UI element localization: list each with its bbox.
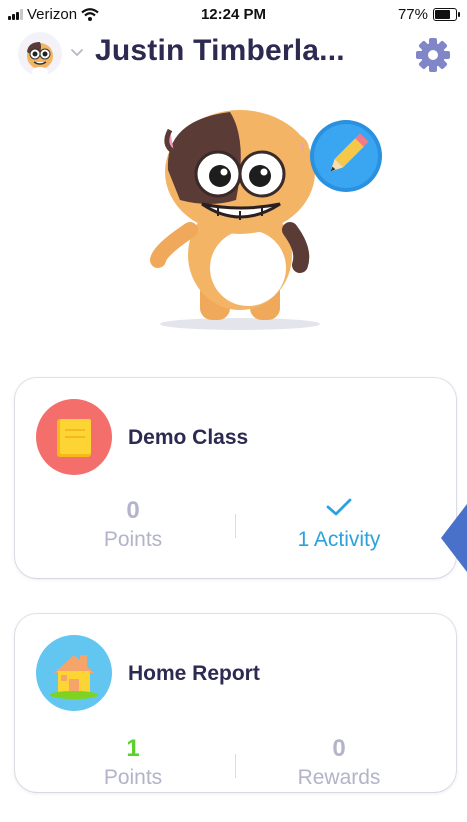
gear-icon[interactable] bbox=[414, 36, 452, 74]
activity-stat[interactable]: 1 Activity bbox=[239, 496, 439, 552]
activity-label: 1 Activity bbox=[297, 528, 381, 551]
points-value: 0 bbox=[126, 497, 140, 524]
battery-icon bbox=[433, 8, 460, 21]
monster-avatar-hero[interactable] bbox=[140, 100, 390, 340]
notebook-icon bbox=[57, 419, 91, 457]
class-name: Home Report bbox=[128, 662, 260, 685]
class-card-home-report[interactable]: Home Report 1 Points 0 Rewards bbox=[15, 614, 456, 792]
monster-avatar-icon bbox=[27, 42, 53, 76]
points-value: 1 bbox=[126, 735, 140, 762]
rewards-value: 0 bbox=[332, 735, 346, 762]
pointer-arrow-icon bbox=[441, 504, 467, 572]
house-icon bbox=[50, 655, 98, 699]
pencil-icon[interactable] bbox=[310, 120, 382, 192]
header: Justin Timberla... bbox=[0, 30, 467, 80]
class-name: Demo Class bbox=[128, 426, 249, 449]
rewards-stat[interactable]: 0 Rewards bbox=[239, 734, 439, 790]
points-label: Points bbox=[103, 766, 163, 789]
student-name-title[interactable]: Justin Timberla... bbox=[95, 34, 345, 68]
chevron-down-icon[interactable] bbox=[70, 48, 84, 57]
battery-percent: 77% bbox=[397, 6, 428, 23]
stat-divider bbox=[235, 754, 236, 778]
checkmark-icon bbox=[239, 496, 439, 526]
rewards-label: Rewards bbox=[297, 766, 381, 789]
home-report-icon bbox=[36, 635, 112, 711]
clock: 12:24 PM bbox=[200, 6, 267, 23]
stat-divider bbox=[235, 514, 236, 538]
status-bar: Verizon 12:24 PM 77% bbox=[0, 0, 467, 30]
class-icon bbox=[36, 399, 112, 475]
points-label: Points bbox=[103, 528, 163, 551]
monster-character-icon bbox=[150, 110, 382, 330]
avatar[interactable] bbox=[18, 32, 62, 76]
points-stat[interactable]: 0 Points bbox=[33, 496, 233, 552]
class-card-demo[interactable]: Demo Class 0 Points 1 Activity bbox=[15, 378, 456, 578]
points-stat[interactable]: 1 Points bbox=[33, 734, 233, 790]
